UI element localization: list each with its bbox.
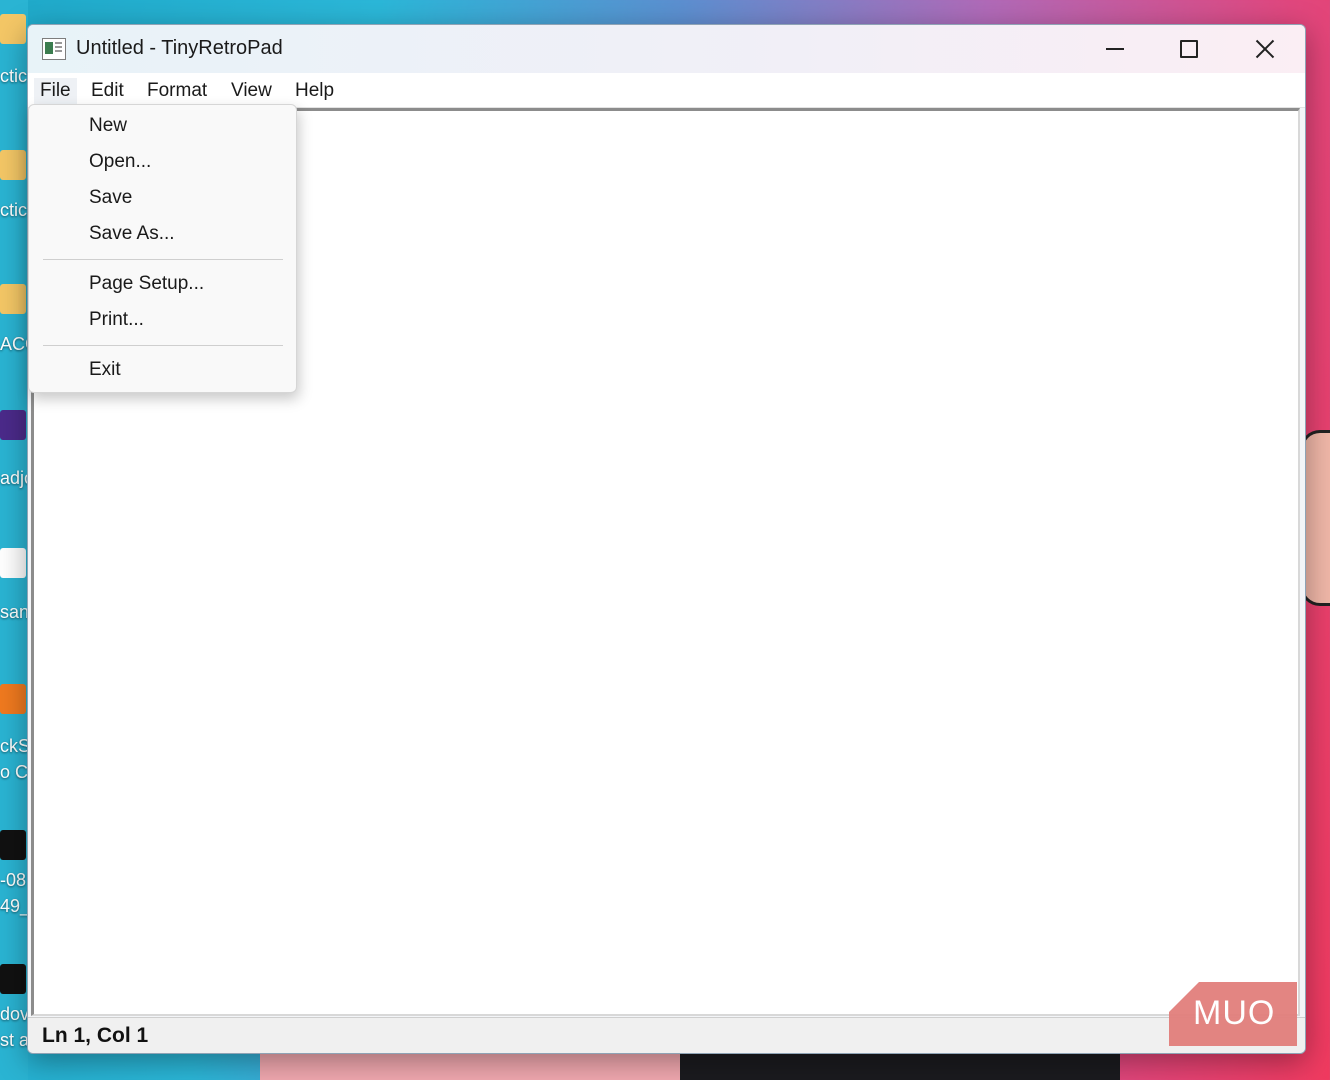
wallpaper-art <box>260 1050 1120 1080</box>
desktop-label: st a <box>0 1030 28 1050</box>
menu-item-new[interactable]: New <box>89 115 127 137</box>
desktop-label: adjo <box>0 468 28 488</box>
minimize-button[interactable] <box>1078 25 1152 73</box>
menu-item-exit[interactable]: Exit <box>89 359 121 381</box>
notepad-app-icon[interactable] <box>42 38 66 60</box>
desktop-icon-column: ctic ctic ACC adjo san ckSl o Ce -08 49_… <box>0 0 28 1080</box>
cursor-position: Ln 1, Col 1 <box>42 1024 149 1047</box>
menu-item-print[interactable]: Print... <box>89 309 144 331</box>
menu-item-save-as[interactable]: Save As... <box>89 223 175 245</box>
close-button[interactable] <box>1228 25 1302 73</box>
app-shortcut-icon[interactable] <box>0 684 26 714</box>
maximize-icon <box>1180 40 1198 58</box>
app-shortcut-icon[interactable] <box>0 410 26 440</box>
menu-file[interactable]: File <box>34 78 77 104</box>
desktop-label: dov <box>0 1004 28 1024</box>
desktop-label: -08 <box>0 870 27 890</box>
menu-item-open[interactable]: Open... <box>89 151 151 173</box>
app-shortcut-icon[interactable] <box>0 548 26 578</box>
file-dropdown-menu: New Open... Save Save As... Page Setup..… <box>28 104 297 393</box>
folder-icon[interactable] <box>0 284 26 314</box>
status-bar: Ln 1, Col 1 <box>28 1017 1305 1053</box>
file-shortcut-icon[interactable] <box>0 964 26 994</box>
desktop-label: san <box>0 602 28 622</box>
folder-icon[interactable] <box>0 14 26 44</box>
menu-bar: File Edit Format View Help <box>28 73 1305 108</box>
desktop-label: o Ce <box>0 762 28 782</box>
desktop-label: ctic <box>0 66 27 86</box>
menu-view[interactable]: View <box>225 78 278 104</box>
title-bar[interactable]: Untitled - TinyRetroPad <box>28 25 1305 73</box>
menu-item-page-setup[interactable]: Page Setup... <box>89 273 204 295</box>
watermark-text: MUO <box>1193 994 1276 1032</box>
file-shortcut-icon[interactable] <box>0 830 26 860</box>
window-title: Untitled - TinyRetroPad <box>76 37 283 59</box>
minimize-icon <box>1106 48 1124 50</box>
folder-icon[interactable] <box>0 150 26 180</box>
menu-format[interactable]: Format <box>141 78 213 104</box>
menu-separator <box>43 345 283 346</box>
desktop-label: ctic <box>0 200 27 220</box>
close-icon <box>1255 39 1275 59</box>
menu-help[interactable]: Help <box>289 78 340 104</box>
desktop-label: ckSl <box>0 736 28 756</box>
maximize-button[interactable] <box>1152 25 1226 73</box>
menu-item-save[interactable]: Save <box>89 187 132 209</box>
menu-edit[interactable]: Edit <box>85 78 130 104</box>
wallpaper-art-dark <box>680 1050 1120 1080</box>
menu-separator <box>43 259 283 260</box>
desktop-label: ACC <box>0 334 28 354</box>
desktop-label: 49_ <box>0 896 28 916</box>
